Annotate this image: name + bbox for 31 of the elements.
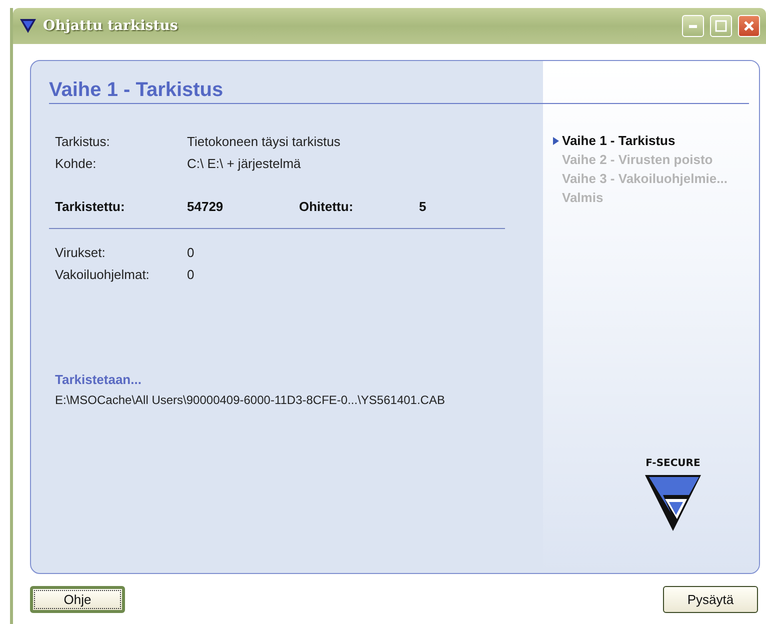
logo-icon [643,473,703,533]
minimize-button[interactable] [682,15,704,37]
window-title: Ohjattu tarkistus [43,18,179,34]
status-heading: Tarkistetaan... [55,372,142,387]
logo-text: F-SECURE [646,458,700,469]
dialog-button[interactable]: Ohje [30,586,125,613]
skipped-label: Ohitettu: [299,199,354,214]
result-value: 0 [187,267,196,282]
field-value: C:\ E:\ + järjestelmä [187,156,302,171]
result-label: Virukset: [55,245,106,260]
maximize-button[interactable] [710,15,732,37]
field-value: Tietokoneen täysi tarkistus [187,134,342,149]
step-label: Vaihe 2 - Virusten poisto [562,151,713,169]
skipped-count: 5 [419,199,428,214]
result-value: 0 [187,245,196,260]
step-label: Vaihe 1 - Tarkistus [562,132,676,150]
field-label: Kohde: [55,156,98,171]
field-label: Tarkistus: [55,134,111,149]
close-icon [743,20,755,32]
scanned-count: 54729 [187,199,224,214]
dialog-button[interactable]: Pysäytä [663,586,758,613]
step-label: Vaihe 3 - Vakoiluohjelmie... [562,170,728,188]
shield-icon [19,18,37,34]
maximize-icon [715,20,727,32]
result-label: Vakoiluohjelmat: [55,267,150,282]
scanned-label: Tarkistettu: [55,199,126,214]
step-label: Valmis [562,189,604,207]
page-title: Vaihe 1 - Tarkistus [49,79,224,103]
file-path: E:\MSOCache\All Users\90000409-6000-11D3-8CFE-0...\YS561401.CAB [55,393,446,407]
close-button[interactable] [738,15,760,37]
minimize-icon [689,24,697,28]
